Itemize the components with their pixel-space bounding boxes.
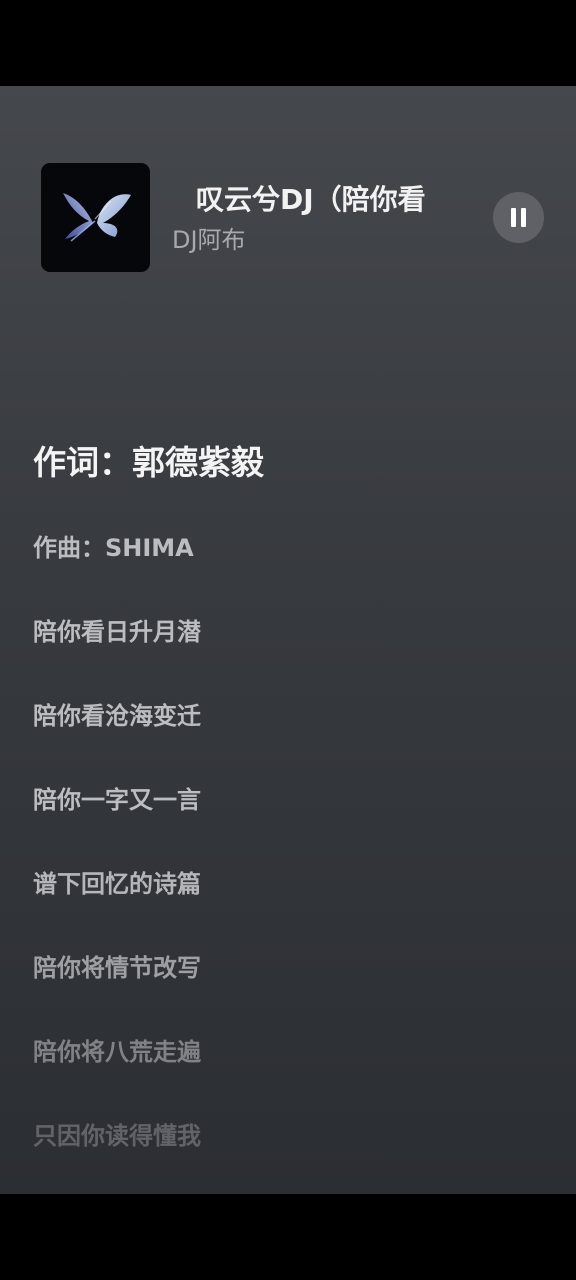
lyric-line[interactable]: 只因你读得懂我	[33, 1119, 201, 1153]
lyric-line-active[interactable]: 作词：郭德紫毅	[33, 441, 264, 485]
now-playing-card[interactable]: 叹云兮DJ（陪你看 DJ阿布	[0, 86, 576, 286]
lyric-line[interactable]: 陪你看沧海变迁	[33, 699, 201, 733]
song-title-marquee: 叹云兮DJ（陪你看	[176, 180, 466, 220]
song-title: 叹云兮DJ（陪你看	[196, 183, 426, 216]
lyric-line[interactable]: 陪你将八荒走遍	[33, 1035, 201, 1069]
butterfly-icon	[63, 193, 131, 242]
pause-button[interactable]	[493, 192, 544, 243]
album-cover[interactable]	[41, 163, 150, 272]
pause-icon-bar	[521, 208, 526, 227]
music-player-screen: 叹云兮DJ（陪你看 DJ阿布 作词：郭德紫毅 作曲：SHIMA 陪你看日升月潜 …	[0, 86, 576, 1194]
lyric-line[interactable]: 陪你看日升月潜	[33, 615, 201, 649]
artist-name[interactable]: DJ阿布	[172, 223, 246, 257]
lyric-line[interactable]: 谱下回忆的诗篇	[33, 867, 201, 901]
lyric-line[interactable]: 陪你将情节改写	[33, 951, 201, 985]
lyric-line[interactable]: 陪你一字又一言	[33, 783, 201, 817]
status-bar-area	[0, 0, 576, 86]
lyric-line[interactable]: 作曲：SHIMA	[33, 531, 194, 565]
pause-icon	[511, 208, 516, 227]
navigation-bar-area	[0, 1194, 576, 1280]
